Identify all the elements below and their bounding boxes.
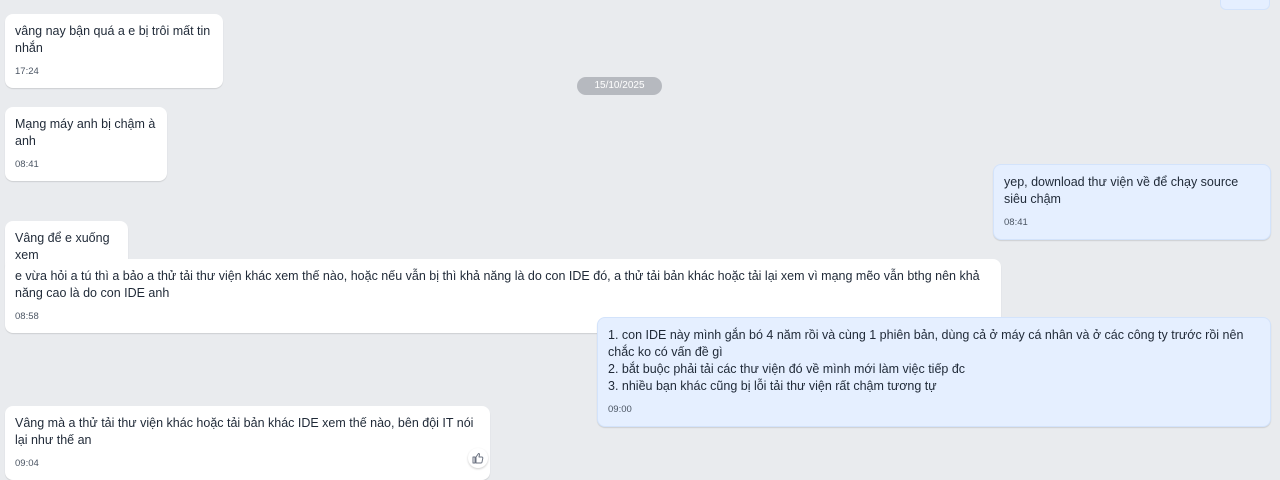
message-outgoing[interactable]: 1. con IDE này mình gắn bó 4 năm rồi và … (597, 317, 1271, 427)
thumbs-up-icon-svg (472, 453, 484, 464)
message-text: vâng nay bận quá a e bị trôi mất tin nhắ… (15, 24, 214, 55)
message-text: 1. con IDE này mình gắn bó 4 năm rồi và … (608, 328, 1244, 393)
date-separator: 15/10/2025 (577, 77, 662, 95)
message-time: 17:24 (15, 66, 39, 77)
message-time: 08:41 (1004, 217, 1028, 228)
message-text: Mạng máy anh bị chậm à anh (15, 117, 159, 148)
thumbs-up-icon[interactable] (468, 448, 488, 468)
message-time: 09:00 (608, 404, 632, 415)
message-text: e vừa hỏi a tú thì a bảo a thử tải thư v… (15, 269, 984, 300)
previous-outgoing-message-edge (1220, 0, 1270, 10)
message-outgoing[interactable]: yep, download thư viện về để chạy source… (993, 164, 1271, 240)
message-time: 08:41 (15, 159, 39, 170)
message-incoming[interactable]: vâng nay bận quá a e bị trôi mất tin nhắ… (5, 14, 223, 88)
message-time: 09:04 (15, 458, 39, 469)
message-text: yep, download thư viện về để chạy source… (1004, 175, 1242, 206)
message-incoming[interactable]: Mạng máy anh bị chậm à anh 08:41 (5, 107, 167, 181)
message-incoming[interactable]: Vâng mà a thử tải thư viện khác hoặc tải… (5, 406, 490, 480)
message-text: Vâng mà a thử tải thư viện khác hoặc tải… (15, 416, 477, 447)
